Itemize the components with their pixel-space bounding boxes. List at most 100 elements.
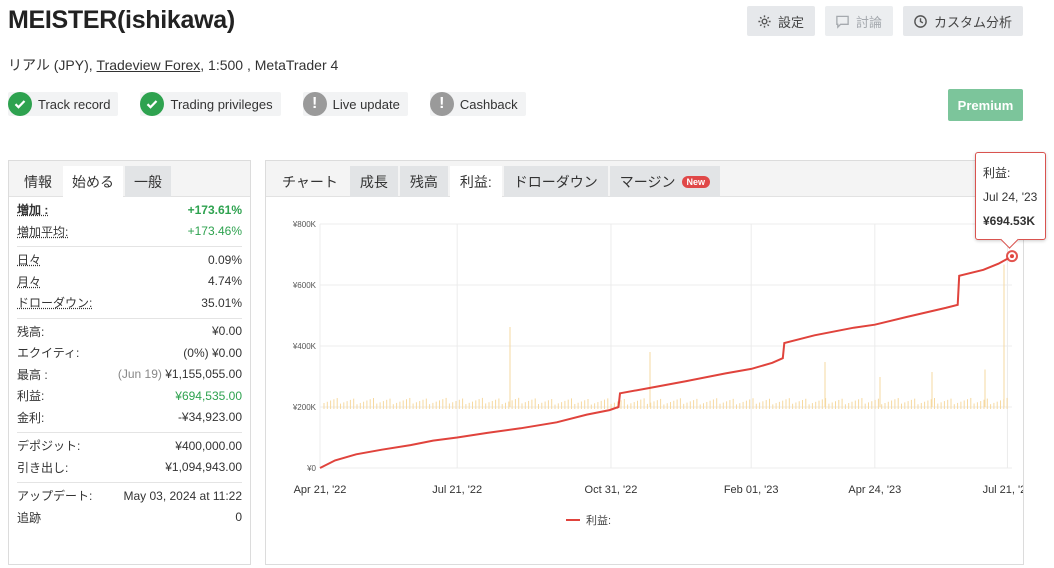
stat-value: ¥0.00 <box>211 324 242 339</box>
chart-tooltip: 利益: Jul 24, '23 ¥694.53K <box>975 152 1046 240</box>
stat-value: 4.74% <box>207 274 242 289</box>
stat-highest: 最高 : (Jun 19) ¥1,155,055.00 <box>17 364 242 386</box>
x-tick-label: Feb 01, '23 <box>724 484 779 496</box>
tab-start[interactable]: 始める <box>63 166 123 197</box>
stats-list: 増加 : +173.61% 増加平均: +173.46% 日々 0.09% 月々 4.7… <box>9 197 250 528</box>
stat-daily: 日々 0.09% <box>17 249 242 271</box>
stat-label: 追跡 <box>17 510 42 525</box>
divider <box>17 482 242 483</box>
badge-label: Live update <box>332 96 400 112</box>
custom-analysis-label: カスタム分析 <box>934 14 1013 30</box>
stat-label: 最高 : <box>17 367 48 382</box>
stat-value: +173.61% <box>187 202 242 217</box>
tab-growth[interactable]: 成長 <box>349 166 398 197</box>
divider <box>17 317 242 319</box>
settings-button[interactable]: 設定 <box>747 6 815 36</box>
badge-label: Track record <box>38 96 111 112</box>
tab-balance[interactable]: 残高 <box>399 166 448 197</box>
stats-tabs: 情報 始める 一般 <box>9 161 250 197</box>
chart-tabs: チャート 成長 残高 利益: ドローダウン マージン New <box>266 161 1023 197</box>
endpoint-dot <box>1010 254 1014 259</box>
new-badge: New <box>681 175 711 188</box>
stat-abs-gain: 増加平均: +173.46% <box>17 221 242 243</box>
broker-link[interactable]: Tradeview Forex <box>97 57 201 73</box>
stat-label: 利益: <box>17 389 45 404</box>
stat-value: May 03, 2024 at 11:22 <box>123 488 242 503</box>
stat-label: アップデート: <box>17 489 93 504</box>
leverage-platform: , 1:500 , MetaTrader 4 <box>200 57 339 73</box>
stat-drawdown: ドローダウン: 35.01% <box>17 292 242 314</box>
y-tick-label: ¥0 <box>306 464 316 473</box>
custom-analysis-button[interactable]: カスタム分析 <box>903 6 1023 36</box>
stat-label[interactable]: 増加平均: <box>17 223 68 240</box>
y-tick-label: ¥800K <box>292 220 317 229</box>
badge-trading-privileges: Trading privileges <box>140 92 281 116</box>
tab-profit[interactable]: 利益: <box>449 166 502 197</box>
stat-label: デポジット: <box>17 439 81 454</box>
x-tick-label: Apr 21, '22 <box>294 484 347 496</box>
x-tick-label: Oct 31, '22 <box>585 484 638 496</box>
stat-value: 35.01% <box>201 295 242 310</box>
stat-label[interactable]: 月々 <box>17 273 41 290</box>
profit-chart[interactable]: ¥800K ¥600K ¥400K ¥200K ¥0 Apr 21, '22 Jul 21,… <box>266 198 1023 565</box>
stat-withdrawals: 引き出し: ¥1,094,943.00 <box>17 457 242 479</box>
stats-panel: 情報 始める 一般 増加 : +173.61% 増加平均: +173.46% 日々 0… <box>8 160 251 565</box>
stat-balance: 残高: ¥0.00 <box>17 321 242 343</box>
premium-button[interactable]: Premium <box>948 89 1023 121</box>
stat-label[interactable]: 日々 <box>17 251 41 268</box>
stat-deposits: デポジット: ¥400,000.00 <box>17 435 242 457</box>
stat-equity: エクイティ: (0%) ¥0.00 <box>17 342 242 364</box>
y-tick-label: ¥400K <box>292 342 317 351</box>
gear-icon <box>758 14 771 28</box>
tab-drawdown[interactable]: ドローダウン <box>503 166 608 197</box>
profit-line <box>319 255 1013 469</box>
badge-track-record: Track record <box>8 92 119 116</box>
stat-value: 0.09% <box>207 252 242 267</box>
legend-label: 利益: <box>586 513 611 527</box>
stat-label: 残高: <box>17 324 45 339</box>
chart-panel: チャート 成長 残高 利益: ドローダウン マージン New ¥800K ¥600K… <box>265 160 1024 565</box>
badge-label: Cashback <box>459 96 518 112</box>
badge-label: Trading privileges <box>170 96 273 112</box>
discussion-button[interactable]: 討論 <box>825 6 893 36</box>
y-tick-label: ¥200K <box>292 403 317 412</box>
stat-value: (0%) ¥0.00 <box>183 345 242 360</box>
exclamation-icon: ! <box>302 92 327 116</box>
stat-value: (Jun 19) ¥1,155,055.00 <box>118 367 242 381</box>
y-tick-label: ¥600K <box>292 281 317 290</box>
tab-chart[interactable]: チャート <box>272 166 348 197</box>
settings-label: 設定 <box>778 14 805 30</box>
discussion-label: 討論 <box>856 14 883 30</box>
stat-label[interactable]: ドローダウン: <box>17 294 92 311</box>
clock-icon <box>914 14 927 28</box>
check-icon <box>8 92 32 116</box>
stat-label[interactable]: 増加 : <box>17 201 48 218</box>
tab-margin-label: マージン <box>619 173 676 190</box>
stat-value: ¥694,535.00 <box>175 388 242 403</box>
stat-profit: 利益: ¥694,535.00 <box>17 385 242 407</box>
x-tick-label: Apr 24, '23 <box>848 484 901 496</box>
tab-info[interactable]: 情報 <box>15 166 61 197</box>
x-tick-label: Jul 21, '22 <box>432 484 482 496</box>
tooltip-label: 利益: <box>983 166 1011 180</box>
badge-cashback: ! Cashback <box>429 92 526 116</box>
comment-icon <box>836 15 849 29</box>
stat-label: 引き出し: <box>17 460 69 475</box>
stat-label: エクイティ: <box>17 346 80 361</box>
page-title: MEISTER(ishikawa) <box>8 6 235 34</box>
stat-value: +173.46% <box>187 224 242 239</box>
highest-date: (Jun 19) <box>117 367 162 382</box>
tab-general[interactable]: 一般 <box>125 166 171 197</box>
stat-value: ¥1,094,943.00 <box>165 460 242 475</box>
account-info: リアル (JPY), Tradeview Forex, 1:500 , Meta… <box>8 55 338 75</box>
check-icon <box>140 92 165 116</box>
stat-value: ¥400,000.00 <box>175 438 242 453</box>
divider <box>17 432 242 433</box>
tooltip-date: Jul 24, '23 <box>983 190 1038 204</box>
stat-label: 金利: <box>17 410 45 425</box>
stat-gain: 増加 : +173.61% <box>17 199 242 221</box>
tooltip-value: ¥694.53K <box>983 214 1036 228</box>
stat-interest: 金利: -¥34,923.00 <box>17 407 242 429</box>
tab-margin[interactable]: マージン New <box>609 166 721 197</box>
stat-monthly: 月々 4.74% <box>17 271 242 293</box>
